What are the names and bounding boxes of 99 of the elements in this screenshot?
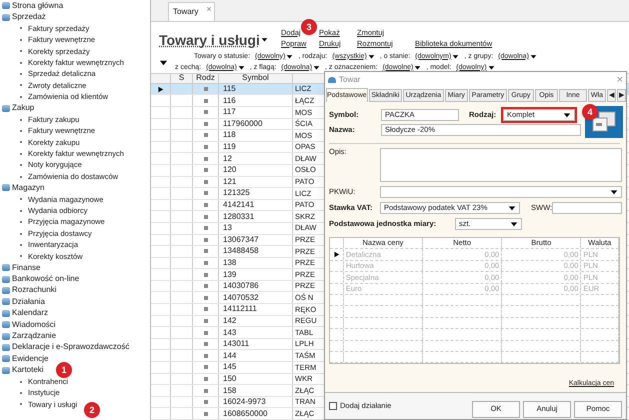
product-kind-icon (204, 238, 208, 242)
caret-icon (368, 52, 375, 60)
sidebar-item[interactable]: Ewidencje (12, 354, 48, 363)
product-kind-icon (204, 214, 208, 219)
product-kind-icon (204, 400, 208, 404)
sidebar-item[interactable]: Finanse (12, 264, 40, 272)
product-kind-icon (204, 388, 208, 393)
sidebar-item[interactable]: Działania (12, 298, 45, 306)
module-icon (2, 184, 10, 192)
sidebar-item[interactable]: Bankowość on-line (12, 275, 80, 284)
product-kind-icon (204, 203, 208, 208)
sidebar-item[interactable]: Deklaracje i e-Sprawozdawczość (12, 343, 130, 352)
step-badge: 3 (301, 19, 317, 35)
product-kind-icon (204, 180, 208, 184)
table-cell: 139 (223, 270, 236, 279)
table-cell: 13 (223, 224, 232, 232)
table-cell: 158 (223, 386, 236, 395)
table-cell: 118 (223, 131, 236, 140)
table-cell: 145 (223, 363, 236, 372)
sidebar-item[interactable]: Zakup (12, 104, 34, 112)
product-kind-icon (204, 87, 208, 92)
table-cell: 1608650000 (223, 410, 268, 418)
input-field[interactable] (552, 202, 622, 214)
product-kind-icon (204, 272, 208, 277)
product-kind-icon (204, 98, 208, 103)
table-cell: 138 (223, 258, 236, 267)
table-cell: 143 (223, 328, 236, 337)
product-kind-icon (204, 249, 208, 254)
caret-icon (530, 52, 537, 60)
product-kind-icon (204, 330, 208, 335)
table-cell: 13488458 (223, 247, 259, 256)
product-kind-icon (204, 412, 208, 416)
table-cell: 143011 (223, 340, 250, 348)
table-cell: 4142141 (223, 201, 254, 210)
column-header[interactable]: Symbol (219, 74, 293, 83)
dropdown-arrow-icon (563, 111, 571, 119)
product-kind-icon (204, 342, 208, 346)
table-cell: 121325 (223, 189, 250, 198)
sidebar-item[interactable]: Zarządzanie (12, 332, 56, 340)
caret-icon (452, 52, 460, 60)
text-area[interactable] (380, 148, 622, 182)
sidebar-item[interactable]: Sprzedaż (12, 13, 46, 22)
product-kind-icon (204, 156, 208, 161)
table-cell: 150 (223, 374, 236, 383)
dialog-title: Towar (339, 76, 360, 84)
table-cell: 120 (223, 166, 236, 174)
product-kind-icon (204, 145, 208, 150)
sidebar-item[interactable]: Kartoteki (12, 366, 44, 374)
table-cell: 121 (223, 178, 236, 186)
table-cell: 14070532 (223, 294, 259, 302)
sidebar-item[interactable]: Magazyn (12, 184, 44, 192)
product-kind-icon (204, 296, 208, 300)
step-badge: 1 (56, 362, 72, 378)
product-kind-icon (204, 133, 208, 138)
row-pointer-icon (332, 251, 340, 258)
table-cell: 12 (223, 154, 232, 163)
table-cell: 16024-9973 (223, 398, 266, 406)
product-kind-icon (204, 226, 208, 230)
product-kind-icon (204, 318, 208, 323)
sidebar-item[interactable]: Kalendarz (12, 309, 48, 318)
product-kind-icon (204, 284, 208, 288)
expand-icon (159, 58, 168, 67)
product-kind-icon (204, 307, 208, 312)
product-kind-icon (204, 376, 208, 381)
step-badge: 2 (84, 402, 100, 418)
product-kind-icon (204, 365, 208, 370)
module-icon (2, 104, 10, 112)
document-tab[interactable]: Towary × (168, 2, 215, 21)
checkbox[interactable] (329, 402, 337, 410)
table-cell: 117960000 (223, 120, 262, 128)
product-kind-icon (204, 354, 208, 358)
table-cell: 14112111 (223, 305, 257, 314)
close-icon[interactable]: × (206, 4, 212, 14)
table-cell: 142 (223, 316, 236, 325)
dropdown[interactable] (380, 186, 622, 198)
row-pointer-icon (157, 86, 164, 93)
table-cell: 119 (223, 143, 236, 152)
product-kind-icon (204, 191, 208, 196)
app-icon (328, 77, 336, 83)
table-cell: 115 (223, 85, 236, 94)
dropdown-arrow-icon (610, 188, 618, 196)
caret-icon (286, 52, 294, 60)
table-cell: 1280331 (223, 212, 254, 221)
table-cell: 144 (223, 352, 236, 360)
product-kind-icon (204, 260, 208, 265)
page-title[interactable]: Towary i usługi (159, 32, 260, 48)
table-cell: 117 (223, 108, 236, 116)
product-kind-icon (204, 110, 208, 114)
column-header[interactable]: Rodz (193, 74, 219, 83)
sidebar-item[interactable]: Strona główna (12, 2, 64, 10)
sidebar-item[interactable]: Rozrachunki (12, 286, 56, 294)
sidebar-item[interactable]: Wiadomości (12, 320, 56, 329)
product-kind-icon (204, 122, 208, 126)
caret-icon (260, 36, 268, 44)
product-kind-icon (204, 168, 208, 172)
column-header[interactable]: S (171, 74, 193, 83)
table-cell: 14030786 (223, 282, 259, 290)
table-cell: 116 (223, 96, 236, 105)
table-cell: 13067347 (223, 236, 259, 244)
